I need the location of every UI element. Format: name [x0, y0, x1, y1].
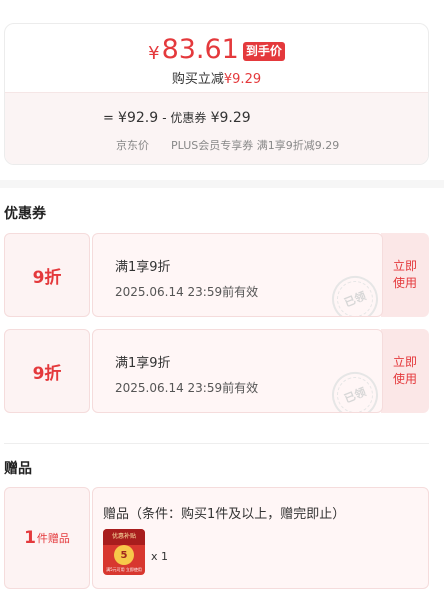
gift-thumb-label: 优惠补贴 [103, 529, 145, 545]
formula-minus-coupon: - 优惠券 [162, 111, 207, 125]
use-coupon-button[interactable]: 立即使用 [381, 233, 429, 317]
claimed-stamp-text: 已领 [331, 371, 379, 412]
coupon-label: PLUS会员专享券 满1享9折减9.29 [171, 139, 340, 152]
section-divider [0, 180, 444, 188]
divider [4, 443, 429, 444]
formula-labels: 京东价 PLUS会员专享券 满1享9折减9.29 [116, 137, 339, 153]
use-coupon-label: 立即使用 [392, 355, 417, 386]
use-coupon-button[interactable]: 立即使用 [381, 329, 429, 413]
savings-line: 购买立减¥9.29 [5, 68, 428, 87]
coupon-info: 满1享9折 2025.06.14 23:59前有效 已领 [92, 233, 383, 317]
coupon-info: 满1享9折 2025.06.14 23:59前有效 已领 [92, 329, 383, 413]
formula-equals: = [103, 111, 114, 126]
coupon-discount: 9折 [4, 233, 90, 317]
gift-thumb-text: 满5元可用 立即使用 [106, 567, 142, 572]
gift-info: 赠品（条件：购买1件及以上，赠完即止） 优惠补贴 5 满5元可用 立即使用 x … [92, 487, 429, 589]
price-header: ¥ 83.61 到手价 购买立减¥9.29 [5, 24, 428, 92]
gift-title: 赠品 [4, 461, 32, 477]
coupon-card: 9折 满1享9折 2025.06.14 23:59前有效 已领 立即使用 [4, 233, 429, 317]
use-coupon-label: 立即使用 [392, 259, 417, 290]
coupon-amount: ¥9.29 [210, 110, 251, 126]
gift-count-label: 件赠品 [36, 532, 70, 545]
gift-card: 1 件赠品 赠品（条件：购买1件及以上，赠完即止） 优惠补贴 5 满5元可用 立即… [4, 487, 429, 589]
currency-symbol: ¥ [148, 43, 160, 64]
coupon-condition: 满1享9折 [115, 260, 171, 275]
coupon-discount: 9折 [4, 329, 90, 413]
savings-amount: ¥9.29 [223, 72, 262, 87]
gift-thumbnail[interactable]: 优惠补贴 5 满5元可用 立即使用 [103, 529, 145, 575]
claimed-stamp-icon: 已领 [325, 269, 382, 316]
claimed-stamp-text: 已领 [331, 275, 379, 316]
gift-item[interactable]: 优惠补贴 5 满5元可用 立即使用 x 1 [103, 529, 428, 575]
coupons-title: 优惠券 [4, 206, 46, 222]
original-price: ¥92.9 [118, 110, 159, 126]
final-price: ¥ 83.61 到手价 [5, 24, 428, 66]
gift-condition: 赠品（条件：购买1件及以上，赠完即止） [103, 507, 346, 522]
original-price-label: 京东价 [116, 139, 149, 152]
final-price-amount: 83.61 [161, 34, 239, 65]
coupon-condition: 满1享9折 [115, 356, 171, 371]
price-formula: = ¥92.9 - 优惠券 ¥9.29 [103, 109, 251, 126]
savings-label: 购买立减 [171, 72, 224, 87]
coupon-card: 9折 满1享9折 2025.06.14 23:59前有效 已领 立即使用 [4, 329, 429, 413]
coin-icon: 5 [114, 545, 134, 565]
gift-quantity: x 1 [151, 550, 169, 563]
gift-count-box: 1 件赠品 [4, 487, 90, 589]
price-card: ¥ 83.61 到手价 购买立减¥9.29 = ¥92.9 - 优惠券 ¥9.2… [4, 23, 429, 165]
final-price-badge: 到手价 [242, 42, 285, 61]
price-breakdown: = ¥92.9 - 优惠券 ¥9.29 京东价 PLUS会员专享券 满1享9折减9… [5, 92, 428, 164]
claimed-stamp-icon: 已领 [325, 365, 382, 412]
gift-count: 1 [24, 528, 36, 548]
